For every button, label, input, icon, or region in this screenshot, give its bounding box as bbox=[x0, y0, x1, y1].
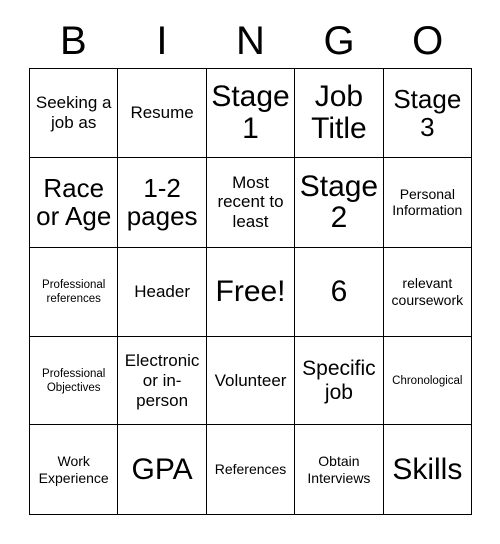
header-letter-n: N bbox=[236, 19, 265, 63]
bingo-cell[interactable]: Specific job bbox=[295, 337, 384, 426]
bingo-cell[interactable]: GPA bbox=[118, 425, 207, 515]
bingo-cell-label: Race or Age bbox=[36, 173, 112, 232]
bingo-cell[interactable]: relevant coursework bbox=[383, 247, 473, 338]
bingo-grid: Seeking a job as Resume Stage 1 Job Titl… bbox=[29, 68, 473, 515]
bingo-cell[interactable]: Volunteer bbox=[206, 337, 296, 426]
header-letter-g: G bbox=[323, 19, 355, 63]
header-letter-o: O bbox=[412, 19, 444, 63]
bingo-header-row: B I N G O bbox=[29, 14, 472, 68]
bingo-row: Seeking a job as Resume Stage 1 Job Titl… bbox=[30, 69, 473, 158]
bingo-cell[interactable]: Personal Information bbox=[383, 157, 473, 248]
bingo-row: Professional references Header Free! 6 r… bbox=[30, 247, 473, 338]
bingo-cell-label: Volunteer bbox=[214, 370, 287, 390]
bingo-cell[interactable]: Seeking a job as bbox=[30, 69, 119, 158]
bingo-cell[interactable]: Job Title bbox=[295, 69, 384, 158]
header-letter-i: I bbox=[156, 19, 168, 63]
bingo-cell-label: Specific job bbox=[302, 357, 376, 404]
bingo-cell[interactable]: Professional references bbox=[30, 247, 119, 338]
bingo-card: B I N G O Seeking a job as Resume Stage … bbox=[0, 0, 500, 544]
bingo-cell[interactable]: Stage 1 bbox=[206, 69, 296, 158]
bingo-cell-label: Personal Information bbox=[392, 185, 463, 219]
bingo-cell-label: Work Experience bbox=[38, 453, 109, 486]
header-letter-b: B bbox=[59, 19, 87, 63]
bingo-cell-label: References bbox=[214, 461, 287, 478]
bingo-cell-label: relevant coursework bbox=[391, 275, 464, 308]
bingo-cell-free[interactable]: Free! bbox=[206, 247, 296, 338]
bingo-cell-label: Obtain Interviews bbox=[307, 453, 371, 486]
bingo-cell[interactable]: Chronological bbox=[383, 337, 473, 426]
bingo-cell-label: Stage 2 bbox=[299, 169, 379, 235]
bingo-cell[interactable]: Most recent to least bbox=[206, 157, 296, 248]
bingo-cell-label: 6 bbox=[330, 275, 348, 309]
bingo-cell-label: Stage 1 bbox=[211, 80, 290, 145]
bingo-cell[interactable]: 6 bbox=[295, 247, 384, 338]
bingo-cell-label: GPA bbox=[131, 452, 193, 486]
bingo-cell[interactable]: Stage 2 bbox=[295, 157, 384, 248]
bingo-cell-label: Free! bbox=[215, 275, 286, 309]
bingo-cell[interactable]: 1-2 pages bbox=[118, 157, 207, 248]
bingo-cell-label: Resume bbox=[130, 103, 194, 123]
bingo-cell[interactable]: Race or Age bbox=[30, 157, 119, 248]
bingo-cell-label: Electronic or in-person bbox=[124, 351, 200, 410]
bingo-cell[interactable]: References bbox=[206, 425, 296, 515]
bingo-cell-label: Skills bbox=[392, 452, 463, 486]
bingo-cell[interactable]: Resume bbox=[118, 69, 207, 158]
bingo-cell-label: Most recent to least bbox=[217, 172, 284, 232]
bingo-cell-label: 1-2 pages bbox=[126, 173, 198, 232]
bingo-cell[interactable]: Skills bbox=[383, 425, 473, 515]
bingo-cell-label: Job Title bbox=[311, 80, 367, 145]
bingo-cell[interactable]: Stage 3 bbox=[383, 69, 473, 158]
bingo-cell[interactable]: Work Experience bbox=[30, 425, 119, 515]
bingo-cell-label: Stage 3 bbox=[393, 83, 462, 142]
bingo-cell[interactable]: Header bbox=[118, 247, 207, 338]
bingo-cell-label: Seeking a job as bbox=[35, 93, 112, 132]
bingo-row: Work Experience GPA References Obtain In… bbox=[30, 425, 473, 515]
bingo-row: Race or Age 1-2 pages Most recent to lea… bbox=[30, 157, 473, 248]
bingo-cell[interactable]: Electronic or in-person bbox=[118, 337, 207, 426]
bingo-cell-label: Professional Objectives bbox=[42, 367, 106, 394]
bingo-cell[interactable]: Obtain Interviews bbox=[295, 425, 384, 515]
bingo-cell[interactable]: Professional Objectives bbox=[30, 337, 119, 426]
bingo-cell-label: Header bbox=[134, 282, 190, 302]
bingo-row: Professional Objectives Electronic or in… bbox=[30, 337, 473, 426]
bingo-cell-label: Chronological bbox=[392, 374, 463, 387]
bingo-cell-label: Professional references bbox=[42, 278, 106, 305]
